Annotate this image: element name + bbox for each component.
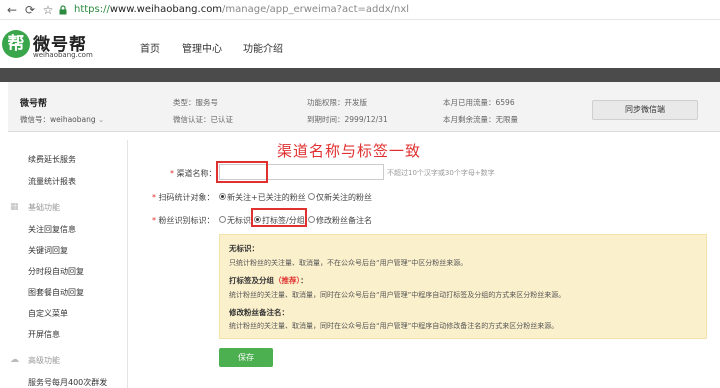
sidebar-item-package-reply[interactable]: 图套餐自动回复 [28, 287, 84, 298]
nav-features[interactable]: 功能介绍 [243, 40, 283, 55]
sidebar-item-traffic-report[interactable]: 流量统计报表 [28, 176, 76, 187]
scan-option-new-label[interactable]: 仅新关注的粉丝 [316, 192, 372, 203]
sidebar-item-mass-send[interactable]: 服务号每月400次群发 [28, 377, 107, 388]
notice-heading-tag: 打标签及分组（推荐）： [229, 276, 308, 285]
notice-heading-remark: 修改粉丝备注名： [229, 308, 289, 317]
sidebar-item-timed-reply[interactable]: 分时段自动回复 [28, 266, 84, 277]
channel-name-hint: 不超过10个汉字或30个字母+数字 [387, 169, 495, 177]
nav-home[interactable]: 首页 [140, 40, 160, 55]
site-header [0, 20, 720, 68]
account-name: 微号帮 [20, 99, 48, 109]
sidebar-item-splash[interactable]: 开屏信息 [28, 329, 60, 340]
fan-option-remark-radio[interactable] [308, 216, 315, 223]
scan-option-all-radio[interactable] [219, 193, 226, 200]
back-icon[interactable]: ← [4, 2, 20, 18]
recommended-badge: （推荐） [274, 276, 301, 285]
fan-id-label: * 粉丝识别标识： [152, 216, 215, 225]
grid-icon: ▦ [10, 202, 19, 212]
sidebar-item-keyword-reply[interactable]: 关键词回复 [28, 245, 68, 256]
account-expire: 到期时间：2999/12/31 [307, 115, 388, 124]
fan-option-remark-label[interactable]: 修改粉丝备注名 [316, 215, 372, 226]
notice-text-remark: 统计粉丝的关注量、取消量，同时在公众号后台“用户管理”中程序自动修改备注名的方式… [229, 322, 559, 330]
sidebar-group-advanced: 高级功能 [28, 356, 60, 365]
sidebar-item-custom-menu[interactable]: 自定义菜单 [28, 308, 68, 319]
bookmark-star-icon[interactable]: ☆ [40, 2, 56, 18]
header-divider-band [0, 68, 720, 82]
notice-text-none: 只统计粉丝的关注量、取消量，不在公众号后台“用户管理”中区分粉丝来源。 [229, 259, 468, 267]
logo-domain: weihaobang.com [33, 51, 93, 59]
fan-option-none-label[interactable]: 无标识 [227, 215, 251, 226]
month-left-traffic: 本月剩余流量：无限量 [443, 115, 518, 124]
scan-target-label: * 扫码统计对象： [152, 193, 215, 202]
annotation-highlight-tag [251, 208, 307, 227]
account-verify: 微信认证：已认证 [173, 115, 233, 124]
reload-icon[interactable]: ⟳ [22, 2, 38, 18]
sidebar-group-basic: 基础功能 [28, 203, 60, 212]
nav-management[interactable]: 管理中心 [182, 40, 222, 55]
account-permission: 功能权限：开发版 [307, 98, 367, 107]
month-used-traffic: 本月已用流量：6596 [443, 98, 515, 107]
cloud-icon: ☁ [10, 355, 19, 365]
account-type: 类型：服务号 [173, 98, 218, 107]
annotation-highlight-channel [216, 161, 268, 183]
fan-option-none-radio[interactable] [219, 216, 226, 223]
scan-option-new-radio[interactable] [308, 193, 315, 200]
channel-name-label: * 渠道名称： [170, 169, 217, 178]
sidebar-item-follow-reply[interactable]: 关注回复信息 [28, 224, 76, 235]
chevron-down-icon[interactable]: ⌄ [98, 115, 104, 124]
annotation-text: 渠道名称与标签一致 [277, 142, 422, 160]
scan-option-all-label[interactable]: 新关注+已关注的粉丝 [227, 192, 306, 203]
sidebar-item-renew[interactable]: 续费延长服务 [28, 154, 76, 165]
account-wechat-id[interactable]: 微信号：weihaobang ⌄ [20, 114, 104, 125]
lock-icon [59, 5, 67, 15]
sync-wechat-button[interactable]: 同步微信端 [592, 100, 698, 120]
browser-address-bar: ← ⟳ ☆ https://www.weihaobang.com/manage/… [0, 0, 720, 20]
logo-icon[interactable]: 帮 [2, 30, 30, 58]
save-button[interactable]: 保存 [219, 348, 273, 367]
notice-text-tag: 统计粉丝的关注量、取消量，同时在公众号后台“用户管理”中程序自动打标签及分组的方… [229, 291, 566, 299]
url-field[interactable]: https://www.weihaobang.com/manage/app_er… [74, 4, 409, 15]
notice-heading-none: 无标识： [229, 244, 259, 253]
